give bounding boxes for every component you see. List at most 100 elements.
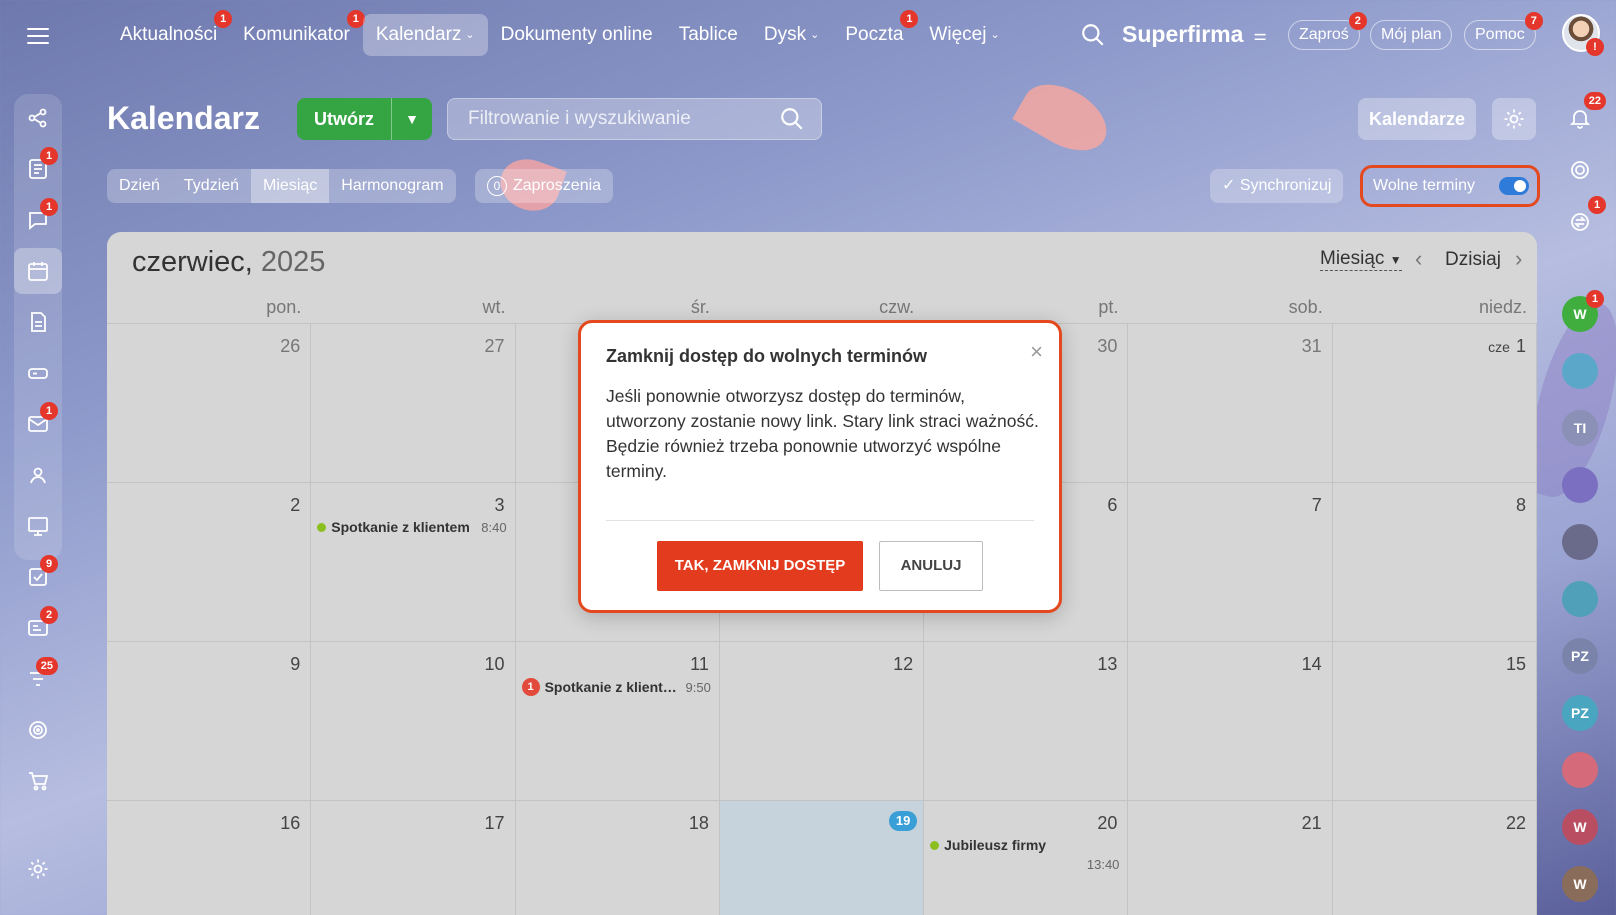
sync-button[interactable]: ✓ Synchronizuj	[1210, 169, 1344, 203]
day-cell[interactable]: 21	[1128, 800, 1333, 915]
day-number: 16	[280, 813, 301, 833]
right-sidebar-copilot[interactable]	[1560, 150, 1600, 190]
day-cell[interactable]: 13	[924, 641, 1129, 800]
sidebar-item-filter[interactable]: 25	[22, 657, 58, 695]
day-cell[interactable]: 31	[1128, 323, 1333, 482]
day-cell[interactable]: 19	[719, 800, 925, 915]
company-name[interactable]: Superfirma ⚌	[1122, 21, 1267, 48]
settings-button[interactable]	[1492, 98, 1536, 140]
chevron-down-icon[interactable]: ▼	[392, 111, 432, 127]
day-cell[interactable]: 3 Spotkanie z klientem 8:40	[311, 482, 516, 641]
confirm-button[interactable]: TAK, ZAMKNIJ DOSTĘP	[657, 541, 863, 591]
calendar-event[interactable]: Spotkanie z klientem 8:40	[317, 519, 507, 535]
free-slots-toggle[interactable]	[1498, 177, 1529, 195]
today-button[interactable]: Dzisiaj	[1445, 249, 1501, 271]
day-number: 30	[1097, 336, 1118, 356]
calendar-event[interactable]: Jubileusz firmy 13:40	[930, 837, 1119, 872]
chat-avatar[interactable]: W	[1562, 809, 1598, 845]
nav-item-4[interactable]: Tablice	[666, 14, 751, 56]
nav-item-1[interactable]: Komunikator 1	[230, 10, 365, 56]
day-cell[interactable]: 2	[107, 482, 312, 641]
calendar-event[interactable]: 1 Spotkanie z klient… 9:50	[521, 678, 711, 696]
day-number-value: 1	[1515, 336, 1526, 356]
day-cell[interactable]: 15	[1332, 641, 1537, 800]
calendars-button[interactable]: Kalendarze	[1358, 98, 1476, 140]
sidebar-item-drive[interactable]	[22, 357, 54, 389]
next-icon[interactable]: ›	[1515, 246, 1522, 272]
background-petal	[1012, 71, 1118, 164]
sidebar-badge: 9	[40, 555, 58, 573]
day-cell[interactable]: 8	[1332, 482, 1537, 641]
settings-sliders-icon[interactable]: ⚌	[1253, 26, 1266, 44]
chat-avatar[interactable]: W	[1562, 866, 1598, 902]
help-button[interactable]: Pomoc 7	[1464, 12, 1543, 50]
prev-icon[interactable]: ‹	[1415, 246, 1422, 272]
nav-item-6[interactable]: Poczta 1	[832, 10, 919, 56]
chat-avatar[interactable]	[1562, 581, 1598, 617]
day-cell[interactable]: 11 1 Spotkanie z klient… 9:50	[515, 641, 720, 800]
tab-view-1[interactable]: Tydzień	[172, 169, 251, 203]
group-icon	[30, 467, 46, 484]
view-select[interactable]: Miesiąc ▼	[1320, 248, 1402, 271]
day-cell[interactable]: 16	[107, 800, 312, 915]
cancel-button[interactable]: ANULUJ	[879, 541, 983, 591]
right-sidebar-sync-chat[interactable]: 1	[1560, 196, 1606, 242]
sync-label: Synchronizuj	[1239, 177, 1332, 194]
weekday-header: pt.	[1098, 297, 1119, 317]
avatar-initials: TI	[1573, 420, 1587, 436]
sidebar-item-feed[interactable]: 1	[22, 147, 58, 185]
chat-avatar[interactable]: PZ	[1562, 695, 1598, 731]
right-sidebar-bell[interactable]: 22	[1560, 92, 1606, 138]
sidebar-item-network[interactable]	[22, 102, 54, 134]
sidebar-item-calendar[interactable]	[14, 248, 62, 294]
invite-button[interactable]: Zaproś 2	[1288, 12, 1367, 50]
chat-avatar[interactable]	[1562, 752, 1598, 788]
close-icon[interactable]: ×	[1030, 339, 1043, 365]
search-input[interactable]	[447, 98, 822, 140]
sidebar-item-group[interactable]	[22, 459, 54, 491]
search-icon[interactable]	[779, 106, 805, 132]
chevron-down-icon: ⌄	[810, 29, 820, 41]
tab-view-2[interactable]: Miesiąc	[251, 169, 330, 203]
nav-item-7[interactable]: Więcej ⌄	[916, 14, 1012, 56]
day-cell[interactable]: 7	[1128, 482, 1333, 641]
invitations-button[interactable]: 0 Zaproszenia	[475, 169, 614, 203]
sidebar-item-mail[interactable]: 1	[22, 402, 58, 440]
sidebar-item-chat[interactable]: 1	[22, 198, 58, 236]
day-cell[interactable]: 26	[107, 323, 312, 482]
nav-item-0[interactable]: Aktualności 1	[107, 10, 233, 56]
chat-avatar[interactable]	[1562, 353, 1598, 389]
nav-item-5[interactable]: Dysk ⌄	[751, 14, 832, 56]
day-cell[interactable]: cze 1	[1332, 323, 1537, 482]
day-cell[interactable]: 10	[311, 641, 516, 800]
tab-view-3[interactable]: Harmonogram	[329, 169, 455, 203]
chat-avatar[interactable]: PZ	[1562, 638, 1598, 674]
sidebar-item-cart[interactable]	[22, 765, 54, 797]
my-plan-button[interactable]: Mój plan	[1370, 20, 1453, 50]
sidebar-item-tasks[interactable]: 9	[22, 555, 58, 593]
chat-avatar[interactable]: W1	[1562, 290, 1604, 332]
day-cell[interactable]: 12	[719, 641, 925, 800]
sidebar-item-target[interactable]	[22, 714, 54, 746]
tab-view-0[interactable]: Dzień	[107, 169, 172, 203]
day-cell[interactable]: 18	[515, 800, 720, 915]
user-avatar[interactable]: !	[1562, 14, 1604, 56]
sidebar-item-settings[interactable]	[22, 853, 54, 885]
create-button[interactable]: Utwórz ▼	[297, 98, 432, 140]
day-cell[interactable]: 20 Jubileusz firmy 13:40	[924, 800, 1129, 915]
chat-avatar[interactable]	[1562, 467, 1598, 503]
nav-item-3[interactable]: Dokumenty online	[488, 14, 666, 56]
chat-avatar[interactable]: TI	[1562, 410, 1598, 446]
sidebar-item-board[interactable]	[22, 510, 54, 542]
day-cell[interactable]: 9	[107, 641, 312, 800]
day-cell[interactable]: 27	[311, 323, 516, 482]
menu-icon[interactable]	[22, 20, 54, 52]
chat-avatar[interactable]	[1562, 524, 1598, 560]
day-cell[interactable]: 14	[1128, 641, 1333, 800]
nav-item-2[interactable]: Kalendarz ⌄	[362, 14, 488, 56]
sidebar-item-document[interactable]	[22, 306, 54, 338]
day-cell[interactable]: 17	[311, 800, 516, 915]
day-cell[interactable]: 22	[1332, 800, 1537, 915]
sidebar-item-crm[interactable]: 2	[22, 606, 58, 644]
search-icon[interactable]	[1080, 22, 1106, 48]
